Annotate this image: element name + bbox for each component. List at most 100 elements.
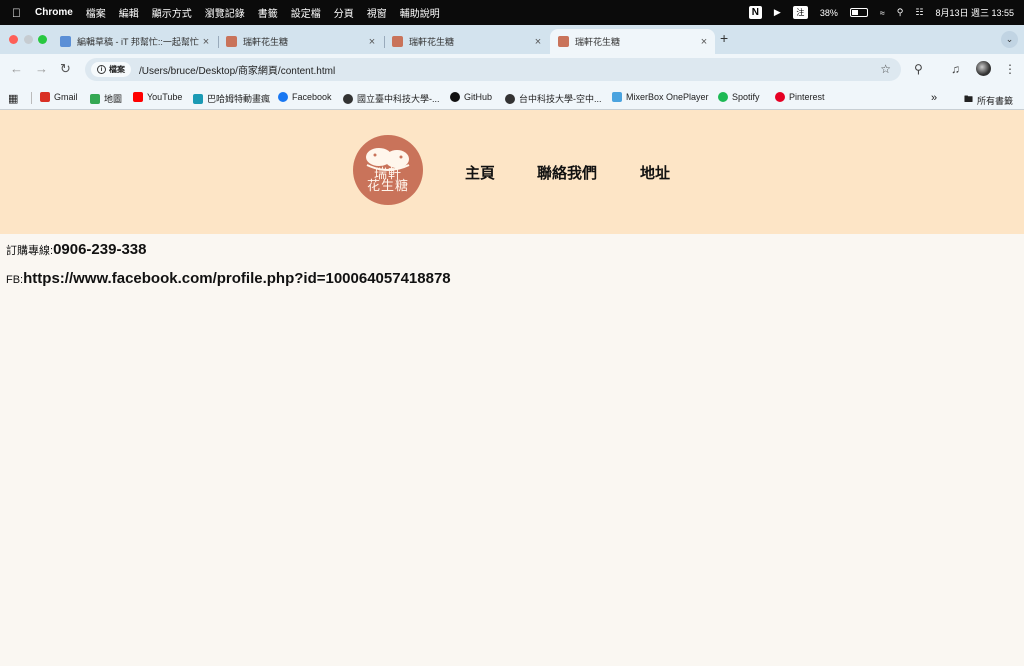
bookmark-pinterest[interactable]: Pinterest (775, 92, 825, 102)
all-bookmarks-label: 所有書籤 (977, 95, 1014, 106)
wifi-icon[interactable]: ≈ (880, 8, 885, 18)
bookmark-facebook[interactable]: Facebook (278, 92, 332, 102)
menu-bookmarks[interactable]: 書籤 (258, 5, 278, 20)
bookmark-nutc-air[interactable]: 台中科技大學-空中... (505, 92, 602, 105)
apple-icon[interactable]:  (12, 6, 21, 20)
folder-icon: 🖿 (964, 94, 974, 104)
menu-tab[interactable]: 分頁 (334, 5, 354, 20)
browser-tab-strip: 編輯草稿 - iT 邦幫忙::一起幫忙 × 瑞軒花生糖 × 瑞軒花生糖 × 瑞軒… (0, 25, 1024, 54)
globe-icon (343, 93, 353, 104)
bookmark-star-icon[interactable]: ☆ (880, 62, 891, 76)
close-tab-icon[interactable]: × (697, 36, 711, 48)
menu-history[interactable]: 瀏覽記錄 (205, 5, 245, 20)
bookmark-label: YouTube (147, 92, 183, 102)
phone-label: 訂購專線: (6, 245, 54, 257)
site-info-chip[interactable]: i 檔案 (91, 62, 131, 77)
bookmarks-bar: ▦ Gmail 地圖 YouTube 巴哈姆特動畫瘋 Facebook 國立臺中… (0, 85, 1024, 110)
bookmark-label: 台中科技大學-空中... (519, 94, 602, 104)
menu-app-chrome[interactable]: Chrome (35, 7, 73, 18)
tab-title: 瑞軒花生糖 (575, 37, 621, 47)
bookmark-ani[interactable]: 巴哈姆特動畫瘋 (193, 92, 270, 105)
site-info-label: 檔案 (109, 65, 125, 74)
bookmark-label: Facebook (292, 92, 332, 102)
tab-favicon (60, 36, 71, 47)
bookmark-label: MixerBox OnePlayer (626, 92, 709, 102)
bookmark-mixerbox[interactable]: MixerBox OnePlayer (612, 92, 709, 102)
tab-title: 編輯草稿 - iT 邦幫忙::一起幫忙 (77, 37, 199, 47)
reload-icon[interactable]: ↻ (60, 61, 71, 77)
info-icon: i (97, 65, 106, 74)
battery-icon[interactable] (849, 8, 868, 17)
bookmark-label: Spotify (732, 92, 760, 102)
menu-edit[interactable]: 編輯 (119, 5, 139, 20)
back-arrow-icon[interactable]: ← (10, 61, 23, 76)
spotify-icon (718, 92, 728, 102)
brand-logo[interactable]: 瑞軒 花生糖 (353, 135, 423, 205)
globe-icon (505, 93, 515, 104)
tab-favicon (226, 36, 237, 47)
maps-icon (90, 93, 100, 104)
bookmark-youtube[interactable]: YouTube (133, 92, 182, 102)
notion-icon[interactable]: N (748, 6, 762, 19)
menu-window[interactable]: 視窗 (367, 5, 387, 20)
tab-shop-1[interactable]: 瑞軒花生糖 × (218, 29, 383, 54)
nav-address-link[interactable]: 地址 (640, 162, 670, 183)
close-window-button[interactable] (9, 35, 18, 44)
bookmark-spotify[interactable]: Spotify (718, 92, 760, 102)
tab-favicon (558, 36, 569, 47)
extensions-icon[interactable]: ⚲ (914, 62, 923, 76)
close-tab-icon[interactable]: × (531, 36, 545, 48)
bookmark-nutc[interactable]: 國立臺中科技大學-... (343, 92, 440, 105)
apps-grid-icon[interactable]: ▦ (8, 92, 18, 105)
tab-search-icon[interactable]: ⌄ (1001, 31, 1018, 48)
tab-shop-2[interactable]: 瑞軒花生糖 × (384, 29, 549, 54)
facebook-label: FB: (6, 274, 24, 286)
bookmark-maps[interactable]: 地圖 (90, 92, 122, 105)
menubar-clock[interactable]: 8月13日 週三 13:55 (935, 6, 1014, 19)
bookmark-label: Pinterest (789, 92, 825, 102)
close-tab-icon[interactable]: × (199, 36, 213, 48)
tab-itbang[interactable]: 編輯草稿 - iT 邦幫忙::一起幫忙 × (52, 29, 217, 54)
bookmark-label: Gmail (54, 92, 78, 102)
mixerbox-icon (612, 92, 622, 102)
forward-arrow-icon[interactable]: → (35, 61, 48, 76)
bookmark-github[interactable]: GitHub (450, 92, 492, 102)
github-icon (450, 92, 460, 102)
youtube-icon (133, 92, 143, 102)
logo-text: 瑞軒 花生糖 (353, 168, 423, 193)
phone-line: 訂購專線:0906-239-338 (6, 241, 146, 258)
play-icon[interactable]: ▶ (774, 7, 781, 18)
spotlight-search-icon[interactable]: ⚲ (897, 7, 904, 18)
facebook-url: https://www.facebook.com/profile.php?id=… (23, 270, 451, 287)
nav-home-link[interactable]: 主頁 (465, 162, 495, 183)
media-control-icon[interactable]: ♫ (951, 62, 960, 76)
all-bookmarks-folder[interactable]: 🖿 所有書籤 (964, 92, 1013, 108)
more-menu-icon[interactable]: ⋮ (1004, 62, 1016, 76)
menu-help[interactable]: 輔助說明 (400, 5, 440, 20)
more-bookmarks-chevron-icon[interactable]: » (931, 92, 937, 104)
bookmark-label: 巴哈姆特動畫瘋 (207, 94, 271, 104)
tab-shop-active[interactable]: 瑞軒花生糖 × (550, 29, 715, 54)
profile-avatar[interactable] (976, 61, 991, 76)
tab-title: 瑞軒花生糖 (409, 37, 455, 47)
bookmarks-divider (31, 92, 32, 104)
phone-number: 0906-239-338 (53, 241, 147, 258)
new-tab-button[interactable]: + (720, 30, 728, 46)
control-center-icon[interactable]: ☷ (915, 7, 923, 18)
url-text[interactable]: /Users/bruce/Desktop/商家網頁/content.html (139, 62, 335, 77)
address-bar[interactable]: i 檔案 /Users/bruce/Desktop/商家網頁/content.h… (85, 58, 901, 81)
bookmark-label: 國立臺中科技大學-... (357, 94, 440, 104)
menu-view[interactable]: 顯示方式 (152, 5, 192, 20)
zoom-window-button[interactable] (38, 35, 47, 44)
nav-contact-link[interactable]: 聯絡我們 (537, 162, 597, 183)
menu-file[interactable]: 檔案 (86, 5, 106, 20)
minimize-window-button[interactable] (24, 35, 33, 44)
bookmark-gmail[interactable]: Gmail (40, 92, 78, 102)
pinterest-icon (775, 92, 785, 102)
site-header: 瑞軒 花生糖 主頁 聯絡我們 地址 (0, 110, 1024, 234)
close-tab-icon[interactable]: × (365, 36, 379, 48)
battery-percent: 38% (819, 7, 838, 18)
facebook-line: FB:https://www.facebook.com/profile.php?… (6, 270, 451, 287)
input-method-icon[interactable]: 注 (792, 6, 808, 19)
menu-profiles[interactable]: 設定檔 (291, 5, 321, 20)
